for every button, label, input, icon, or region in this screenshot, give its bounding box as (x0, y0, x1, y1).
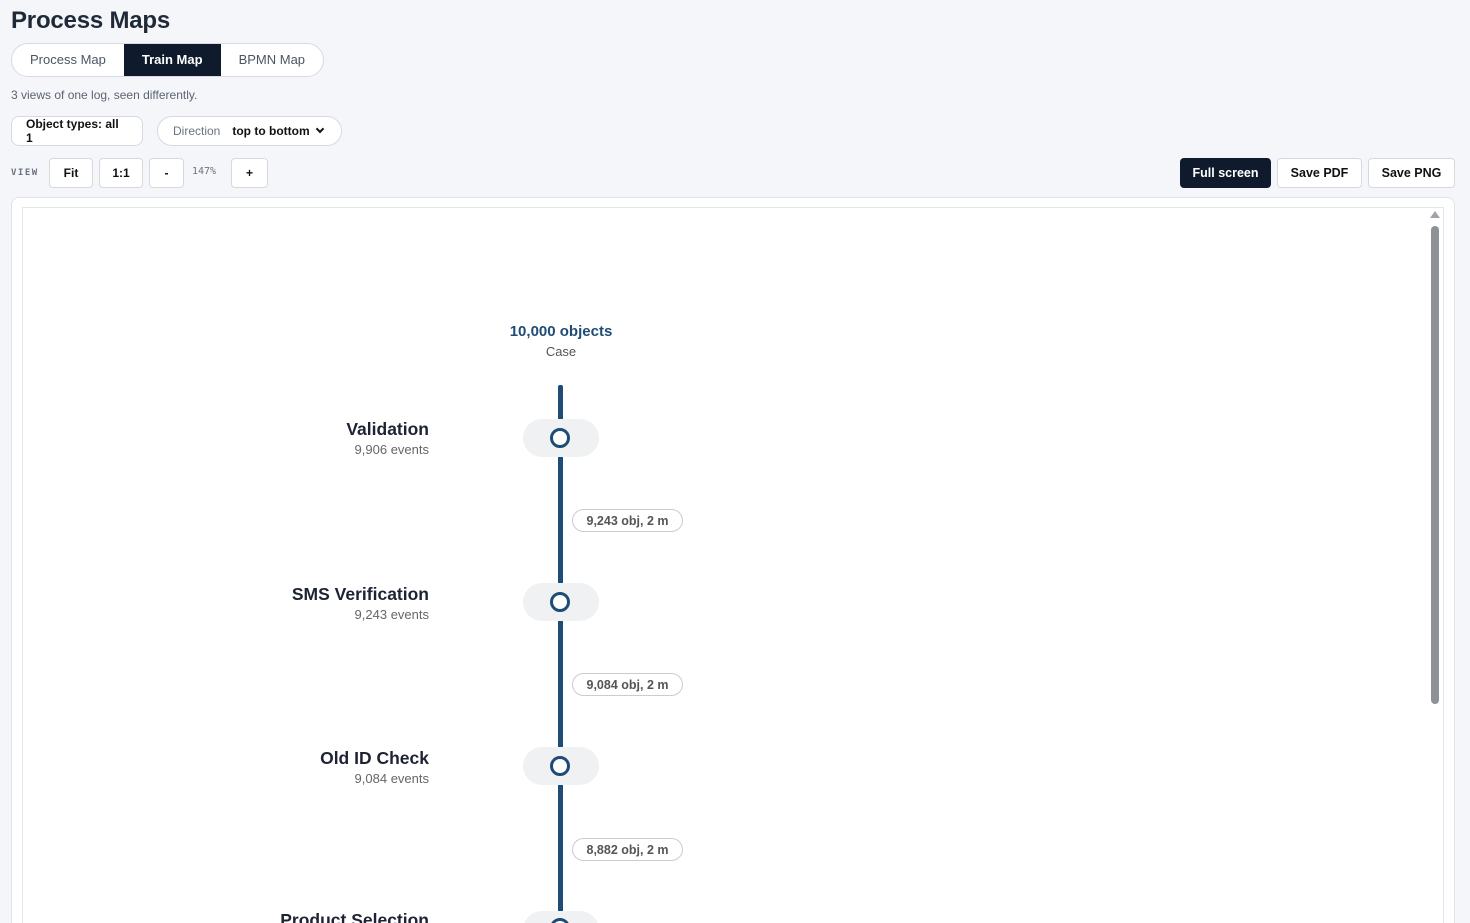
page-title: Process Maps (11, 7, 171, 34)
object-count: 10,000 objects (509, 323, 613, 340)
save-png-button[interactable]: Save PNG (1368, 158, 1455, 188)
tab-process-map[interactable]: Process Map (12, 44, 124, 76)
scroll-up-icon[interactable] (1430, 211, 1440, 218)
activity-events: 9,084 events (354, 771, 429, 786)
station-node[interactable] (550, 756, 570, 776)
fit-button[interactable]: Fit (49, 158, 93, 188)
tab-bpmn-map[interactable]: BPMN Map (221, 44, 323, 76)
tab-train-map[interactable]: Train Map (123, 44, 221, 76)
view-label: VIEW (11, 168, 39, 178)
station-node[interactable] (550, 428, 570, 448)
object-types-filter[interactable]: Object types: all 1 (11, 116, 143, 146)
train-rail (558, 385, 563, 923)
station-node[interactable] (550, 592, 570, 612)
activity-name: SMS Verification (291, 584, 429, 604)
view-tabs: Process Map Train Map BPMN Map (11, 43, 325, 77)
direction-value: top to bottom (232, 124, 310, 138)
zoom-out-button[interactable]: - (149, 158, 184, 188)
edge-label[interactable]: 9,243 obj, 2 m (572, 509, 683, 532)
page-subtitle: 3 views of one log, seen differently. (11, 88, 198, 102)
zoom-level: 147% (192, 166, 217, 177)
zoom-in-button[interactable]: + (231, 158, 268, 188)
full-screen-button[interactable]: Full screen (1180, 158, 1271, 188)
vertical-scrollbar[interactable] (1431, 226, 1439, 704)
save-pdf-button[interactable]: Save PDF (1277, 158, 1362, 188)
object-type: Case (545, 344, 577, 359)
activity-events: 9,243 events (354, 607, 429, 622)
direction-select[interactable]: Direction top to bottom (157, 116, 342, 146)
activity-events: 9,906 events (354, 442, 429, 457)
chevron-down-icon (315, 124, 324, 134)
edge-label[interactable]: 8,882 obj, 2 m (572, 838, 683, 861)
activity-name: Validation (346, 419, 429, 439)
object-types-label: Object types: all 1 (26, 117, 119, 145)
activity-name: Product Selection (280, 910, 429, 923)
edge-label[interactable]: 9,084 obj, 2 m (572, 673, 683, 696)
activity-name: Old ID Check (320, 748, 429, 768)
direction-label: Direction (173, 124, 221, 138)
one-to-one-button[interactable]: 1:1 (99, 158, 143, 188)
train-map-canvas[interactable] (22, 207, 1444, 923)
